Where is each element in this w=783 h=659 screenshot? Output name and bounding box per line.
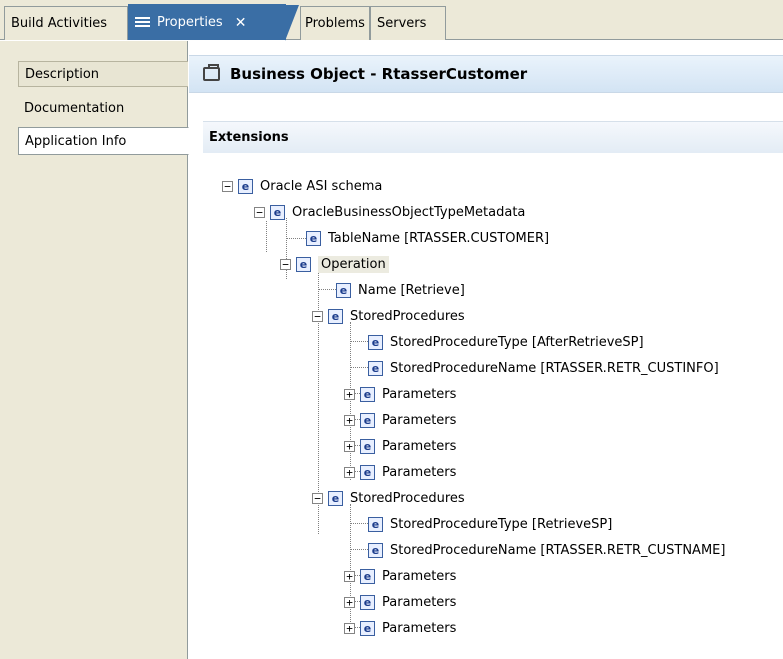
element-icon: e bbox=[360, 386, 375, 402]
element-icon: e bbox=[360, 594, 375, 610]
tree-node-table-name[interactable]: e TableName [RTASSER.CUSTOMER] bbox=[306, 228, 549, 248]
collapse-icon[interactable]: − bbox=[280, 258, 291, 270]
tree-node-label: Parameters bbox=[382, 464, 457, 480]
tab-build-activities-label: Build Activities bbox=[11, 16, 108, 31]
collapse-icon[interactable]: − bbox=[222, 180, 233, 192]
element-icon: e bbox=[328, 490, 343, 506]
tree-node-parameters[interactable]: + e Parameters bbox=[344, 410, 456, 430]
tree-node-stored-procedure-type[interactable]: e StoredProcedureType [AfterRetrieveSP] bbox=[368, 332, 644, 352]
tree-node-business-object-type-metadata[interactable]: − e OracleBusinessObjectTypeMetadata bbox=[254, 202, 525, 222]
tree-node-label: StoredProcedureName [RTASSER.RETR_CUSTNA… bbox=[390, 542, 726, 558]
close-icon[interactable]: ✕ bbox=[235, 15, 247, 31]
tree-connector bbox=[266, 221, 267, 252]
expand-icon[interactable]: + bbox=[344, 440, 355, 452]
tree-node-label: Parameters bbox=[382, 386, 457, 402]
tree-connector bbox=[350, 549, 368, 550]
tree-node-parameters[interactable]: + e Parameters bbox=[344, 566, 456, 586]
element-icon: e bbox=[360, 412, 375, 428]
tab-build-activities[interactable]: Build Activities bbox=[4, 6, 128, 40]
tree-connector bbox=[350, 523, 368, 524]
element-icon: e bbox=[368, 516, 383, 532]
element-icon: e bbox=[368, 360, 383, 376]
expand-icon[interactable]: + bbox=[344, 466, 355, 478]
element-icon: e bbox=[328, 308, 343, 324]
tree-node-label: Parameters bbox=[382, 568, 457, 584]
expand-icon[interactable]: + bbox=[344, 596, 355, 608]
tab-servers[interactable]: Servers bbox=[370, 6, 446, 40]
tree-node-stored-procedure-type[interactable]: e StoredProcedureType [RetrieveSP] bbox=[368, 514, 612, 534]
tab-servers-label: Servers bbox=[377, 16, 427, 31]
tree-node-operation[interactable]: − e Operation bbox=[280, 254, 389, 274]
collapse-icon[interactable]: − bbox=[312, 492, 323, 504]
tab-problems[interactable]: Problems bbox=[300, 6, 370, 40]
element-icon: e bbox=[306, 230, 321, 246]
tree-node-stored-procedures[interactable]: − e StoredProcedures bbox=[312, 488, 465, 508]
sidebar-item-label: Description bbox=[25, 66, 100, 82]
element-icon: e bbox=[360, 438, 375, 454]
collapse-icon[interactable]: − bbox=[312, 310, 323, 322]
collapse-icon[interactable]: − bbox=[254, 206, 265, 218]
tree-connector bbox=[318, 289, 336, 290]
extensions-tree: − e Oracle ASI schema − e OracleBusiness… bbox=[189, 41, 783, 659]
tree-node-parameters[interactable]: + e Parameters bbox=[344, 436, 456, 456]
tree-node-label: StoredProcedureType [RetrieveSP] bbox=[390, 516, 613, 532]
sidebar-item-label: Documentation bbox=[24, 100, 125, 116]
tree-node-label: Parameters bbox=[382, 412, 457, 428]
tree-node-oracle-asi-schema[interactable]: − e Oracle ASI schema bbox=[222, 176, 382, 196]
element-icon: e bbox=[360, 620, 375, 636]
element-icon: e bbox=[238, 178, 253, 194]
sidebar-item-documentation[interactable]: Documentation bbox=[18, 95, 188, 121]
tree-node-label: Parameters bbox=[382, 438, 457, 454]
tree-node-label: Parameters bbox=[382, 620, 457, 636]
tree-node-stored-procedures[interactable]: − e StoredProcedures bbox=[312, 306, 465, 326]
tree-node-label: OracleBusinessObjectTypeMetadata bbox=[292, 204, 526, 220]
element-icon: e bbox=[270, 204, 285, 220]
element-icon: e bbox=[368, 334, 383, 350]
properties-icon bbox=[135, 17, 150, 28]
element-icon: e bbox=[296, 256, 311, 272]
tree-node-label: StoredProcedures bbox=[350, 308, 465, 324]
tab-properties[interactable]: Properties ✕ bbox=[128, 4, 299, 41]
tree-node-label: StoredProcedureType [AfterRetrieveSP] bbox=[390, 334, 644, 350]
tree-node-label-selected: Operation bbox=[318, 255, 389, 273]
tree-node-parameters[interactable]: + e Parameters bbox=[344, 618, 456, 638]
sidebar-item-application-info[interactable]: Application Info bbox=[18, 127, 189, 155]
element-icon: e bbox=[368, 542, 383, 558]
tree-node-stored-procedure-name[interactable]: e StoredProcedureName [RTASSER.RETR_CUST… bbox=[368, 358, 719, 378]
tab-properties-label: Properties bbox=[157, 15, 223, 30]
tree-node-label: Parameters bbox=[382, 594, 457, 610]
tree-node-label: TableName [RTASSER.CUSTOMER] bbox=[328, 230, 550, 246]
sidebar-item-label: Application Info bbox=[25, 133, 127, 149]
tree-node-label: Name [Retrieve] bbox=[358, 282, 465, 298]
sidebar-item-description[interactable]: Description bbox=[18, 61, 188, 87]
expand-icon[interactable]: + bbox=[344, 622, 355, 634]
element-icon: e bbox=[360, 464, 375, 480]
tree-node-label: StoredProcedureName [RTASSER.RETR_CUSTIN… bbox=[390, 360, 719, 376]
tab-problems-label: Problems bbox=[305, 16, 365, 31]
element-icon: e bbox=[336, 282, 351, 298]
tree-node-parameters[interactable]: + e Parameters bbox=[344, 462, 456, 482]
tree-connector bbox=[350, 367, 368, 368]
expand-icon[interactable]: + bbox=[344, 414, 355, 426]
properties-content: Business Object - RtasserCustomer Extens… bbox=[189, 41, 783, 659]
tree-connector bbox=[350, 341, 368, 342]
expand-icon[interactable]: + bbox=[344, 388, 355, 400]
element-icon: e bbox=[360, 568, 375, 584]
tree-node-parameters[interactable]: + e Parameters bbox=[344, 592, 456, 612]
tree-connector bbox=[286, 238, 306, 239]
properties-sidebar: Description Documentation Application In… bbox=[0, 41, 189, 659]
view-tab-bar: Build Activities Properties ✕ Problems S… bbox=[0, 0, 783, 41]
tree-node-name[interactable]: e Name [Retrieve] bbox=[336, 280, 465, 300]
tree-node-parameters[interactable]: + e Parameters bbox=[344, 384, 456, 404]
tree-node-label: Oracle ASI schema bbox=[260, 178, 383, 194]
expand-icon[interactable]: + bbox=[344, 570, 355, 582]
tree-node-label: StoredProcedures bbox=[350, 490, 465, 506]
tree-node-stored-procedure-name[interactable]: e StoredProcedureName [RTASSER.RETR_CUST… bbox=[368, 540, 725, 560]
